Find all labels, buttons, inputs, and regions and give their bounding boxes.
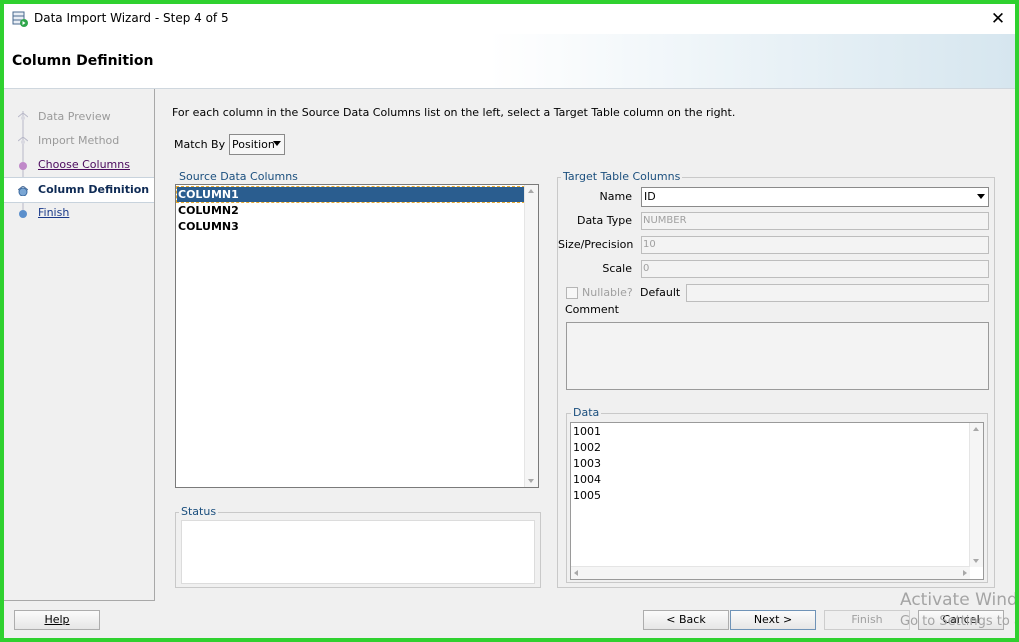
status-area — [181, 520, 535, 584]
name-label: Name — [599, 190, 632, 203]
help-button-label: Help — [44, 613, 70, 626]
finish-button-label: Finish — [851, 613, 883, 626]
list-item[interactable]: COLUMN3 — [177, 219, 524, 234]
step-choose-columns[interactable]: Choose Columns — [4, 153, 154, 177]
close-icon[interactable]: ✕ — [985, 6, 1011, 32]
step-visited-icon — [19, 162, 27, 170]
step-label: Import Method — [38, 134, 120, 147]
status-group: Status — [175, 505, 541, 588]
step-finish[interactable]: Finish — [4, 201, 154, 225]
nullable-checkbox[interactable] — [566, 287, 578, 299]
title-bar: Data Import Wizard - Step 4 of 5 ✕ — [4, 4, 1015, 34]
back-button[interactable]: < Back — [643, 610, 729, 630]
chevron-down-icon — [977, 194, 985, 199]
page-title: Column Definition — [12, 53, 154, 69]
database-import-icon — [12, 11, 28, 27]
instruction-text: For each column in the Source Data Colum… — [172, 106, 736, 119]
status-title: Status — [179, 505, 219, 519]
step-label: Data Preview — [38, 110, 111, 123]
comment-label: Comment — [565, 303, 619, 316]
match-by-label: Match By — [174, 138, 226, 151]
page-header: Column Definition — [4, 34, 1015, 89]
step-disabled-icon — [18, 113, 28, 120]
list-item[interactable]: COLUMN1 — [176, 186, 525, 203]
target-columns-group: Target Table Columns Name ID Data Type N… — [557, 170, 995, 588]
step-link[interactable]: Finish — [38, 206, 69, 219]
step-data-preview: Data Preview — [4, 105, 154, 129]
match-by-value: Position — [232, 138, 275, 151]
next-button-label: Next > — [753, 613, 793, 626]
data-horizontal-scrollbar[interactable] — [571, 566, 970, 579]
step-current-icon — [18, 186, 28, 196]
window-title: Data Import Wizard - Step 4 of 5 — [34, 11, 229, 25]
step-disabled-icon — [18, 137, 28, 144]
data-row: 1003 — [573, 457, 601, 470]
source-columns-list[interactable]: COLUMN1 COLUMN2 COLUMN3 — [175, 184, 539, 488]
activation-watermark-subtitle: Go to Settings to activate Windows. — [900, 614, 1015, 629]
step-label: Column Definition — [38, 183, 150, 196]
data-vertical-scrollbar[interactable] — [969, 423, 983, 567]
help-button[interactable]: Help — [14, 610, 100, 630]
data-values-list[interactable]: 1001 1002 1003 1004 1005 — [570, 422, 984, 580]
content-panel: For each column in the Source Data Colum… — [155, 89, 1015, 600]
scale-label: Scale — [602, 262, 632, 275]
finish-button[interactable]: Finish — [824, 610, 910, 630]
data-preview-group: Data 1001 1002 1003 1004 1005 — [566, 406, 988, 583]
data-row: 1004 — [573, 473, 601, 486]
data-type-field: NUMBER — [641, 212, 989, 230]
step-column-definition: Column Definition — [4, 177, 154, 203]
wizard-steps-nav: Data Preview Import Method Choose Column… — [4, 89, 155, 601]
scroll-right-icon[interactable] — [963, 570, 967, 576]
nullable-label: Nullable? — [582, 286, 633, 299]
data-row: 1001 — [573, 425, 601, 438]
default-label: Default — [640, 286, 681, 299]
source-columns-title: Source Data Columns — [177, 170, 300, 184]
step-pending-icon — [19, 210, 27, 218]
list-item[interactable]: COLUMN2 — [177, 203, 524, 218]
source-columns-group: Source Data Columns COLUMN1 COLUMN2 COLU… — [173, 170, 541, 489]
size-precision-field: 10 — [641, 236, 989, 254]
data-type-label: Data Type — [576, 214, 632, 227]
scale-field: 0 — [641, 260, 989, 278]
scroll-up-icon[interactable] — [973, 427, 979, 431]
scroll-up-icon[interactable] — [528, 189, 534, 193]
source-list-scrollbar[interactable] — [524, 185, 538, 487]
scroll-down-icon[interactable] — [528, 479, 534, 483]
step-link[interactable]: Choose Columns — [38, 158, 130, 171]
default-field — [686, 284, 989, 302]
size-precision-label: Size/Precision — [558, 238, 634, 251]
target-columns-title: Target Table Columns — [561, 170, 683, 184]
match-by-select[interactable]: Position — [229, 134, 285, 155]
back-button-label: < Back — [666, 613, 706, 626]
next-button[interactable]: Next > — [730, 610, 816, 630]
data-title: Data — [571, 406, 602, 420]
scroll-left-icon[interactable] — [574, 570, 578, 576]
target-name-value: ID — [644, 190, 656, 203]
wizard-window: Data Import Wizard - Step 4 of 5 ✕ Colum… — [4, 4, 1015, 638]
step-import-method: Import Method — [4, 129, 154, 153]
activation-watermark-title: Activate Windows — [900, 590, 1015, 610]
data-row: 1002 — [573, 441, 601, 454]
target-name-select[interactable]: ID — [641, 187, 989, 207]
scroll-down-icon[interactable] — [973, 559, 979, 563]
data-row: 1005 — [573, 489, 601, 502]
comment-textarea[interactable] — [566, 322, 989, 390]
chevron-down-icon — [273, 141, 281, 146]
